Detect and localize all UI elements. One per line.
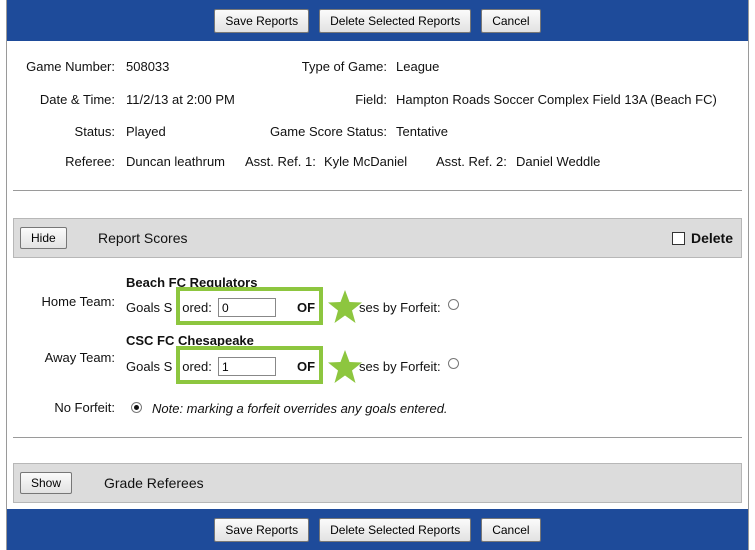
divider	[13, 190, 742, 191]
datetime-value: 11/2/13 at 2:00 PM	[126, 92, 235, 107]
top-toolbar: Save Reports Delete Selected Reports Can…	[7, 0, 748, 41]
report-scores-title: Report Scores	[98, 230, 188, 246]
home-team-label: Home Team:	[41, 294, 115, 309]
game-number-label: Game Number:	[26, 59, 115, 74]
grade-referees-header: Show Grade Referees	[13, 463, 742, 503]
game-report-panel: Save Reports Delete Selected Reports Can…	[6, 0, 749, 550]
bottom-toolbar: Save Reports Delete Selected Reports Can…	[7, 509, 748, 550]
field-value: Hampton Roads Soccer Complex Field 13A (…	[396, 92, 717, 107]
referee-value: Duncan leathrum	[126, 154, 225, 169]
asst-ref-1-value: Kyle McDaniel	[324, 154, 408, 169]
report-scores-header: Hide Report Scores Delete	[13, 218, 742, 258]
field-label: Field:	[355, 92, 387, 107]
score-status-label: Game Score Status:	[269, 124, 387, 139]
forfeit-note: Note: marking a forfeit overrides any go…	[152, 401, 448, 416]
asst-ref-2-label: Asst. Ref. 2:	[436, 154, 507, 169]
grade-referees-title: Grade Referees	[104, 475, 204, 491]
show-grade-referees-button[interactable]: Show	[20, 472, 73, 494]
away-team-label: Away Team:	[44, 350, 115, 365]
star-icon	[328, 290, 362, 323]
cancel-button[interactable]: Cancel	[481, 517, 541, 542]
delete-checkbox[interactable]	[671, 231, 685, 245]
no-forfeit-radio[interactable]	[131, 402, 142, 413]
save-reports-button[interactable]: Save Reports	[214, 8, 310, 33]
game-type-label: Type of Game:	[301, 59, 387, 74]
delete-label: Delete	[690, 230, 733, 246]
star-icon	[328, 350, 362, 383]
divider	[13, 437, 742, 438]
status-label: Status:	[74, 124, 115, 139]
game-type-value: League	[396, 59, 440, 74]
no-forfeit-label: No Forfeit:	[54, 400, 115, 415]
game-number-value: 508033	[126, 59, 170, 74]
datetime-label: Date & Time:	[39, 92, 115, 107]
cancel-button[interactable]: Cancel	[481, 8, 541, 33]
home-goals-highlight	[176, 287, 323, 325]
delete-selected-reports-button[interactable]: Delete Selected Reports	[319, 517, 472, 542]
referee-label: Referee:	[65, 154, 115, 169]
delete-checkbox-wrap[interactable]: Delete	[671, 230, 733, 246]
delete-selected-reports-button[interactable]: Delete Selected Reports	[319, 8, 472, 33]
home-forfeit-label: ses by Forfeit:	[359, 300, 441, 315]
score-status-value: Tentative	[396, 124, 449, 139]
status-value: Played	[126, 124, 166, 139]
away-goals-highlight	[176, 346, 323, 384]
save-reports-button[interactable]: Save Reports	[214, 517, 310, 542]
away-forfeit-radio[interactable]	[448, 358, 459, 369]
asst-ref-2-value: Daniel Weddle	[516, 154, 601, 169]
home-forfeit-radio[interactable]	[448, 299, 459, 310]
asst-ref-1-label: Asst. Ref. 1:	[245, 154, 316, 169]
hide-report-scores-button[interactable]: Hide	[20, 227, 67, 249]
away-forfeit-label: ses by Forfeit:	[359, 359, 441, 374]
